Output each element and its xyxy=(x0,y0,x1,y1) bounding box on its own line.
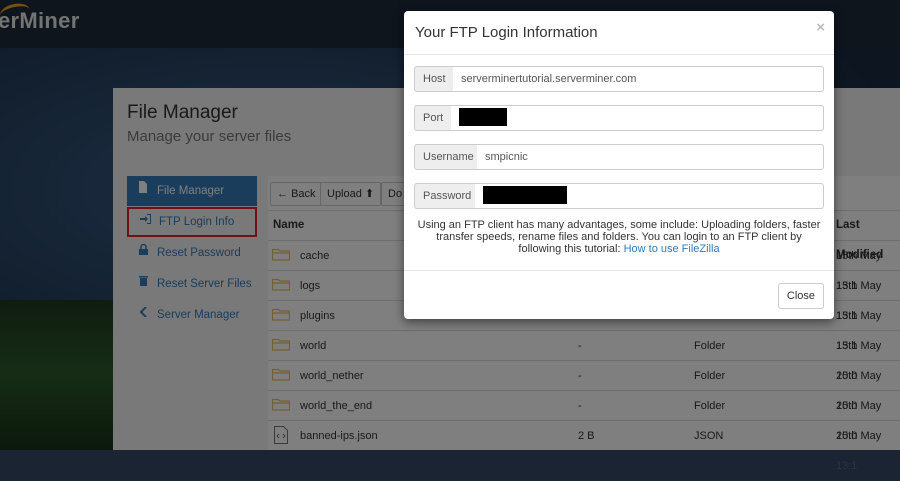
host-label: Host xyxy=(414,66,454,92)
host-input[interactable]: serverminertutorial.serverminer.com xyxy=(453,66,824,92)
port-field: Port xyxy=(414,105,824,131)
password-field: Password xyxy=(414,183,824,209)
password-label: Password xyxy=(414,183,476,209)
redacted-password xyxy=(483,186,567,205)
password-input[interactable] xyxy=(475,183,824,209)
port-input[interactable] xyxy=(451,105,824,131)
username-field: Username smpicnic xyxy=(414,144,824,170)
redacted-port xyxy=(459,108,507,127)
ftp-login-modal: Your FTP Login Information × Host server… xyxy=(404,11,834,319)
username-label: Username xyxy=(414,144,478,170)
modal-footer: Close xyxy=(404,270,834,320)
username-input[interactable]: smpicnic xyxy=(477,144,824,170)
host-field: Host serverminertutorial.serverminer.com xyxy=(414,66,824,92)
close-button[interactable]: Close xyxy=(777,283,824,309)
modal-header: Your FTP Login Information × xyxy=(404,11,834,55)
close-icon[interactable]: × xyxy=(816,19,825,36)
filezilla-tutorial-link[interactable]: How to use FileZilla xyxy=(624,243,720,255)
modal-title: Your FTP Login Information xyxy=(415,24,598,41)
ftp-info-text: Using an FTP client has many advantages,… xyxy=(417,219,821,255)
port-label: Port xyxy=(414,105,452,131)
